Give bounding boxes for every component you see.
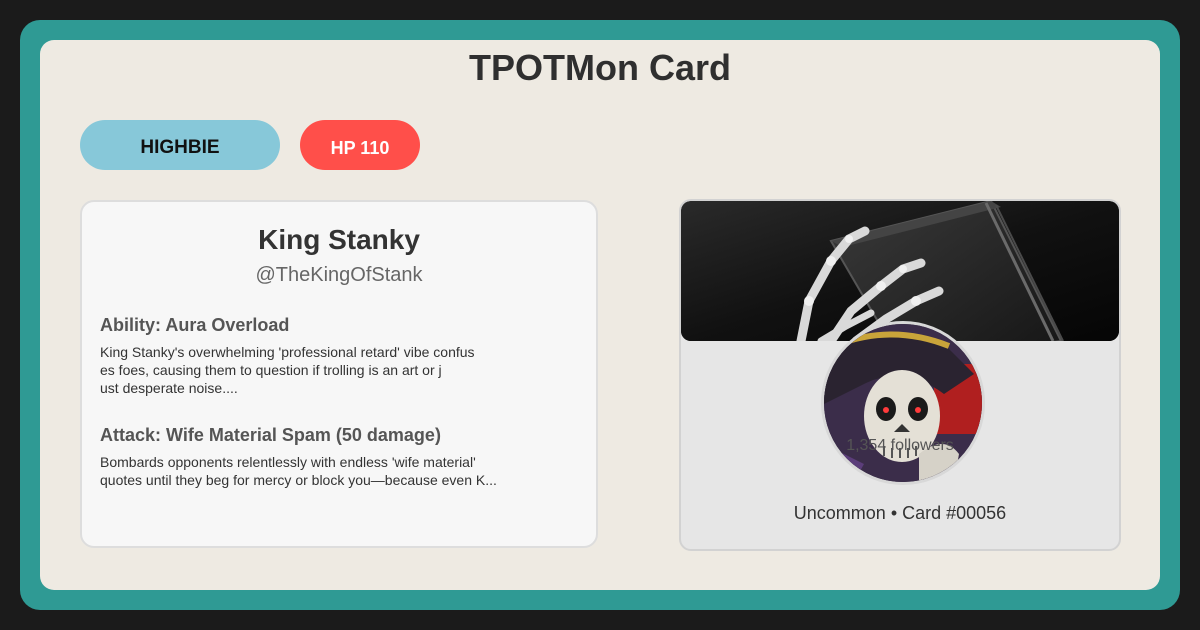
follower-count: 1,354 followers xyxy=(846,437,954,454)
attack-description: Bombards opponents relentlessly with end… xyxy=(100,453,520,489)
character-name: King Stanky xyxy=(258,224,420,255)
character-handle: @TheKingOfStank xyxy=(255,264,423,286)
attack-heading: Attack: Wife Material Spam (50 damage) xyxy=(100,425,441,445)
ability-heading: Ability: Aura Overload xyxy=(100,315,290,335)
ability-description: King Stanky's overwhelming 'professional… xyxy=(100,343,480,397)
rarity-and-card-number: Uncommon • Card #00056 xyxy=(793,503,1007,523)
attack-line: Bombards opponents relentlessly with end… xyxy=(100,454,476,470)
attack-line: quotes until they beg for mercy or block… xyxy=(100,472,497,488)
skull-king-avatar-image xyxy=(824,324,982,482)
skeleton-hand-on-book-image xyxy=(681,201,1119,341)
info-panel: King Stanky @TheKingOfStank Ability: Aur… xyxy=(80,200,598,548)
hp-badge-label: HP 110 xyxy=(330,137,390,158)
hp-badge: HP 110 xyxy=(300,120,420,170)
avatar[interactable] xyxy=(821,321,985,485)
type-badge-label: HIGHBIE xyxy=(140,137,220,158)
profile-panel: 1,354 followers Uncommon • Card #00056 xyxy=(679,199,1121,551)
ability-line: King Stanky's overwhelming 'professional… xyxy=(100,344,475,360)
ability-line: es foes, causing them to question if tro… xyxy=(100,362,442,378)
ability-line: ust desperate noise.... xyxy=(100,380,238,396)
card-title: TPOTMon Card xyxy=(469,47,731,88)
profile-banner-image xyxy=(681,201,1119,341)
type-badge: HIGHBIE xyxy=(80,120,280,170)
